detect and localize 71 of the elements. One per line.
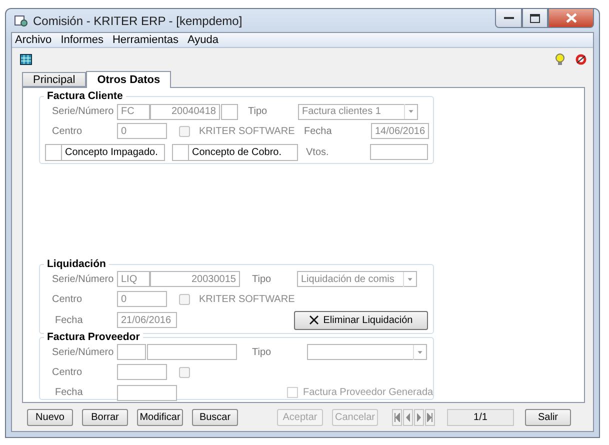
menu-item[interactable]: Herramientas bbox=[112, 34, 179, 46]
date-field[interactable]: 21/06/2016 bbox=[117, 312, 177, 328]
type-dropdown[interactable] bbox=[307, 344, 427, 360]
due-field[interactable] bbox=[370, 144, 428, 160]
center-name: KRITER SOFTWARE bbox=[199, 126, 296, 136]
suffix-field[interactable] bbox=[221, 104, 238, 120]
action-button[interactable]: Borrar bbox=[82, 408, 128, 426]
exit-button[interactable]: Salir bbox=[525, 408, 571, 426]
browse-button[interactable] bbox=[179, 294, 190, 304]
action-button[interactable]: Buscar bbox=[192, 408, 238, 426]
action-button[interactable]: Nuevo bbox=[27, 408, 73, 426]
menu-item[interactable]: Ayuda bbox=[188, 34, 219, 46]
calendar-icon[interactable] bbox=[20, 54, 32, 64]
field-label: Tipo bbox=[247, 106, 268, 117]
checkbox-label: Concepto de Cobro. bbox=[189, 144, 298, 160]
serie-field[interactable]: FC bbox=[117, 104, 150, 120]
date-field[interactable] bbox=[117, 384, 177, 400]
field-label: Tipo bbox=[251, 346, 272, 358]
minimize-icon bbox=[504, 16, 514, 20]
field-label: Centro bbox=[52, 294, 84, 304]
tab[interactable]: Principal bbox=[22, 72, 86, 87]
browse-button[interactable] bbox=[179, 366, 190, 378]
field-label: Fecha bbox=[304, 126, 333, 136]
delete-settlement-button[interactable]: Eliminar Liquidación bbox=[294, 310, 428, 330]
date-field[interactable]: 14/06/2016 bbox=[371, 123, 429, 139]
center-field[interactable]: 0 bbox=[117, 123, 167, 139]
previous-record-icon[interactable] bbox=[403, 408, 413, 426]
number-field[interactable]: 20030015 bbox=[150, 271, 240, 287]
checkbox[interactable] bbox=[45, 144, 62, 160]
center-name: KRITER SOFTWARE bbox=[199, 294, 295, 304]
serie-field[interactable] bbox=[117, 344, 146, 360]
number-field[interactable]: 20040418 bbox=[150, 104, 220, 120]
field-label: Fecha bbox=[54, 387, 84, 398]
browse-button[interactable] bbox=[179, 126, 190, 136]
field-label: Serie/Número bbox=[52, 346, 115, 358]
field-label: Serie/Número bbox=[52, 274, 115, 284]
checkbox-label: Factura Proveedor Generada bbox=[303, 387, 434, 398]
close-icon bbox=[566, 13, 576, 23]
maximize-button[interactable] bbox=[522, 9, 548, 28]
close-button[interactable] bbox=[548, 9, 594, 28]
group-title: Factura Proveedor bbox=[44, 331, 143, 343]
center-field[interactable] bbox=[117, 364, 167, 380]
field-label: Vtos. bbox=[306, 146, 330, 158]
type-dropdown[interactable]: Factura clientes 1 bbox=[298, 104, 418, 120]
center-field[interactable]: 0 bbox=[117, 291, 167, 307]
field-label: Tipo bbox=[251, 274, 272, 284]
field-label: Centro bbox=[52, 366, 84, 378]
menu-item[interactable]: Archivo bbox=[15, 34, 52, 46]
maximize-icon bbox=[530, 14, 540, 22]
last-record-icon[interactable] bbox=[425, 408, 435, 426]
field-label: Centro bbox=[52, 126, 84, 136]
app-icon bbox=[14, 14, 28, 27]
first-record-icon[interactable] bbox=[392, 408, 402, 426]
field-label: Fecha bbox=[54, 314, 84, 326]
number-field[interactable] bbox=[147, 344, 237, 360]
group-title: Liquidación bbox=[44, 258, 109, 270]
action-button[interactable]: Modificar bbox=[137, 408, 183, 426]
close-icon bbox=[309, 315, 320, 325]
window-title: Comisión - KRITER ERP - [kempdemo] bbox=[33, 14, 244, 28]
type-dropdown[interactable]: Liquidación de comis bbox=[297, 271, 417, 287]
minimize-button[interactable] bbox=[495, 9, 522, 28]
group-title: Factura Cliente bbox=[44, 90, 126, 102]
tab[interactable]: Otros Datos bbox=[86, 71, 172, 88]
checkbox-label: Concepto Impagado. bbox=[62, 144, 165, 160]
field-label: Serie/Número bbox=[52, 106, 115, 117]
checkbox[interactable] bbox=[172, 144, 189, 160]
record-counter: 1/1 bbox=[447, 408, 514, 426]
menu-item[interactable]: Informes bbox=[60, 34, 104, 46]
lightbulb-icon[interactable] bbox=[555, 52, 565, 66]
serie-field[interactable]: LIQ bbox=[117, 271, 150, 287]
next-record-icon[interactable] bbox=[414, 408, 424, 426]
